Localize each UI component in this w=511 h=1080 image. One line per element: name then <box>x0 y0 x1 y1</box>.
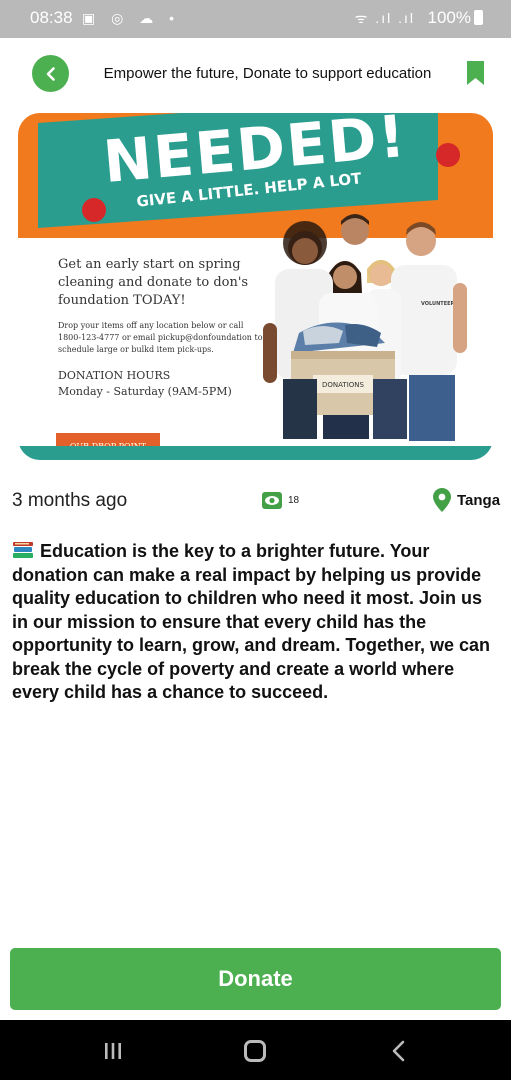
post-image[interactable]: NEEDED! GIVE A LITTLE. HELP A LOT Get an… <box>18 113 493 460</box>
books-icon <box>13 542 33 558</box>
eye-icon <box>262 492 282 509</box>
post-description: Education is the key to a brighter futur… <box>12 540 502 705</box>
banner-text: Get an early start on spring cleaning an… <box>58 256 268 400</box>
description-text: Education is the key to a brighter futur… <box>12 541 491 702</box>
banner-hours: DONATION HOURS Monday - Saturday (9AM-5P… <box>58 368 268 400</box>
back-button[interactable] <box>32 55 69 92</box>
shirt-label: VOLUNTEER <box>421 301 455 307</box>
page-title: Empower the future, Donate to support ed… <box>103 65 432 82</box>
status-time: 08:38 <box>30 8 73 27</box>
bookmark-icon[interactable] <box>466 60 485 86</box>
chevron-left-icon <box>46 66 55 81</box>
notification-icons: ▣ ◎ ☁ • <box>82 10 181 26</box>
app-header: Empower the future, Donate to support ed… <box>0 38 511 110</box>
view-count: 18 <box>262 492 299 509</box>
back-icon[interactable] <box>390 1040 408 1062</box>
battery-status: 100% <box>428 8 483 28</box>
banner-footer-band <box>18 446 493 460</box>
battery-icon <box>474 10 483 25</box>
recent-apps-icon[interactable] <box>103 1042 123 1060</box>
system-nav-bar <box>0 1020 511 1080</box>
battery-percent: 100% <box>427 8 471 27</box>
donate-button[interactable]: Donate <box>10 948 501 1010</box>
volunteers-photo: VOLUNTEER DONATIONS <box>263 214 467 441</box>
box-label: DONATIONS <box>322 381 364 389</box>
location-pin-icon <box>433 488 451 512</box>
signal-icons: ᯤ .ıl .ıl <box>354 10 415 26</box>
banner-small-print: Drop your items off any location below o… <box>58 321 263 354</box>
location-name: Tanga <box>457 491 501 509</box>
hours-value: Monday - Saturday (9AM-5PM) <box>58 385 232 398</box>
red-ball-decoration <box>82 198 106 222</box>
views-number: 18 <box>288 495 300 506</box>
status-bar: 08:38 ▣ ◎ ☁ • ᯤ .ıl .ıl 100% <box>0 0 511 38</box>
banner-lead: Get an early start on spring cleaning an… <box>58 257 249 308</box>
hours-label: DONATION HOURS <box>58 369 171 382</box>
post-time: 3 months ago <box>12 490 128 511</box>
red-ball-decoration <box>436 143 460 167</box>
location[interactable]: Tanga <box>433 488 500 512</box>
home-icon[interactable] <box>244 1040 266 1062</box>
